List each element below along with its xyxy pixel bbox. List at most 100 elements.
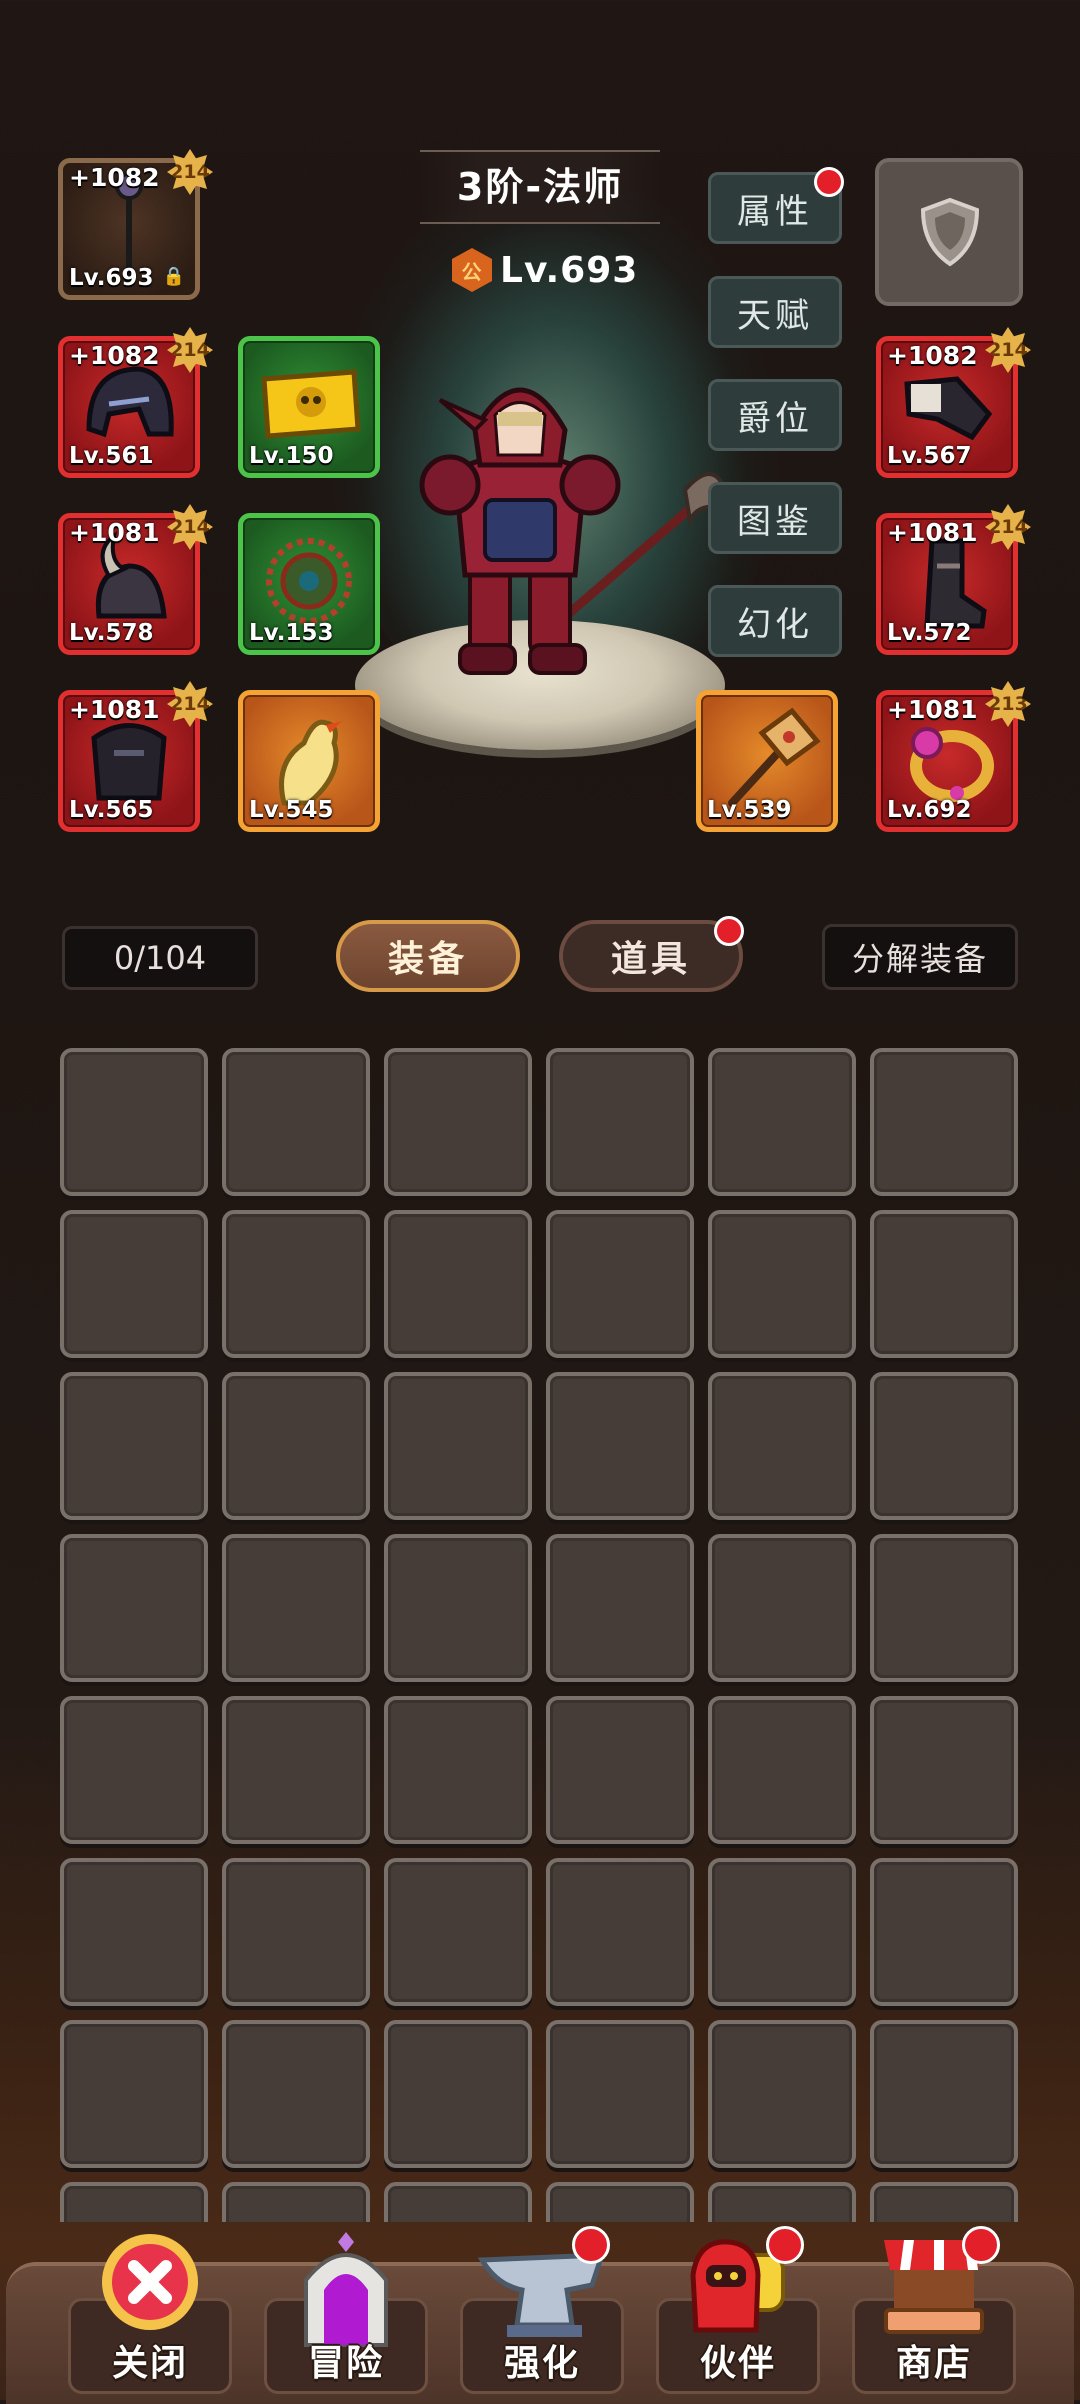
side-menu-title[interactable]: 爵位 [708,379,842,451]
inventory-cell[interactable] [708,2182,856,2222]
equip-slot-weapon[interactable]: +1082 Lv.693 🔒 214 [58,149,213,300]
inventory-cell[interactable] [384,1858,532,2006]
inventory-cell[interactable] [60,1858,208,2006]
item-level: Lv.578 [69,620,154,646]
inventory-cell[interactable] [60,1210,208,1358]
item-level: Lv.565 [69,797,154,823]
equip-slot-hammer[interactable]: Lv.539 [696,690,838,832]
inventory-cell[interactable] [708,1048,856,1196]
enhance-level: +1081 [887,518,978,547]
gauntlet-icon [904,376,993,441]
inventory-cell[interactable] [546,2182,694,2222]
equip-slot-ticket[interactable]: Lv.150 [238,336,380,478]
guild-emblem-icon: 公 [452,248,492,292]
inventory-cell[interactable] [60,1534,208,1682]
inventory-cell[interactable] [546,1210,694,1358]
item-level: Lv.692 [887,797,972,823]
star-badge: 214 [985,504,1031,550]
inventory-cell[interactable] [222,2182,370,2222]
close-icon [102,2234,198,2330]
equip-slot-trinket[interactable]: Lv.545 [238,690,380,832]
inventory-cell[interactable] [60,2020,208,2168]
inventory-cell[interactable] [708,2020,856,2168]
portal-gate-icon [304,2232,388,2347]
inventory-cell[interactable] [708,1696,856,1844]
inventory-cell[interactable] [60,1048,208,1196]
inventory-cell[interactable] [870,2020,1018,2168]
inventory-cell[interactable] [60,1372,208,1520]
equip-slot-helmet[interactable]: +1082 Lv.561 214 [58,327,213,478]
item-level: Lv.561 [69,443,154,469]
nav-label: 商店 [895,2343,972,2384]
side-menu-transmog[interactable]: 幻化 [708,585,842,657]
inventory-cell[interactable] [384,1210,532,1358]
nav-label: 强化 [503,2343,580,2384]
skull-ticket-icon [261,369,361,440]
inventory-cell[interactable] [870,1210,1018,1358]
inventory-cell[interactable] [384,1048,532,1196]
inventory-cell[interactable] [870,1534,1018,1682]
equip-slot-shoulder[interactable]: +1081 Lv.578 214 [58,504,213,655]
inventory-cell[interactable] [384,2020,532,2168]
notification-dot [714,916,744,946]
hero-character[interactable] [400,360,730,700]
inventory-cell[interactable] [222,1048,370,1196]
enhance-level: +1082 [69,341,160,370]
helmet-icon [86,366,174,438]
star-badge: 214 [167,149,213,195]
inventory-cell[interactable] [384,1534,532,1682]
inventory-cell[interactable] [870,1372,1018,1520]
inventory-cell[interactable] [546,1534,694,1682]
equip-slot-armor[interactable]: +1081 Lv.565 214 [58,681,213,832]
nav-close[interactable]: 关闭 [62,2222,238,2400]
equip-slot-ring[interactable]: +1081 Lv.692 213 [876,681,1031,832]
inventory-cell[interactable] [546,1696,694,1844]
hero-level: 公 Lv.693 [452,242,638,298]
inventory-cell[interactable] [546,2020,694,2168]
tab-equipment[interactable]: 装备 [336,920,520,992]
inventory-cell[interactable] [222,1696,370,1844]
equip-slot-rune[interactable]: Lv.153 [238,513,380,655]
inventory-cell[interactable] [708,1210,856,1358]
defense-toggle-button[interactable] [875,158,1023,306]
inventory-count: 0/104 [62,926,258,990]
inventory-cell[interactable] [384,1372,532,1520]
inventory-cell[interactable] [870,1048,1018,1196]
inventory-cell[interactable] [546,1048,694,1196]
side-menu-codex[interactable]: 图鉴 [708,482,842,554]
inventory-cell[interactable] [708,1534,856,1682]
nav-adventure[interactable]: 冒险 [258,2222,434,2400]
inventory-cell[interactable] [870,1858,1018,2006]
inventory-cell[interactable] [546,1372,694,1520]
notification-dot [572,2226,610,2264]
inventory-cell[interactable] [870,2182,1018,2222]
equip-slot-gloves[interactable]: +1082 Lv.567 214 [876,327,1031,478]
inventory-cell[interactable] [870,1696,1018,1844]
item-level: Lv.150 [249,443,334,469]
inventory-cell[interactable] [222,1210,370,1358]
inventory-cell[interactable] [222,2020,370,2168]
item-level: Lv.572 [887,620,972,646]
inventory-cell[interactable] [384,1696,532,1844]
inventory-cell[interactable] [222,1858,370,2006]
notification-dot [814,167,844,197]
dismantle-button[interactable]: 分解装备 [822,924,1018,990]
item-level: Lv.539 [707,797,792,823]
enhance-level: +1081 [69,518,160,547]
inventory-cell[interactable] [708,1858,856,2006]
rune-wheel-icon [266,538,352,625]
inventory-cell[interactable] [222,1372,370,1520]
enhance-level: +1081 [887,695,978,724]
inventory-cell[interactable] [222,1534,370,1682]
inventory-cell[interactable] [546,1858,694,2006]
inventory-cell[interactable] [60,2182,208,2222]
inventory-cell[interactable] [384,2182,532,2222]
inventory-cell[interactable] [708,1372,856,1520]
nav-label: 伙伴 [699,2343,776,2384]
item-level: Lv.693 [69,265,154,291]
equip-slot-boots[interactable]: +1081 Lv.572 214 [876,504,1031,655]
star-badge: 214 [167,327,213,373]
side-menu-talent[interactable]: 天赋 [708,276,842,348]
enhance-level: +1081 [69,695,160,724]
inventory-cell[interactable] [60,1696,208,1844]
